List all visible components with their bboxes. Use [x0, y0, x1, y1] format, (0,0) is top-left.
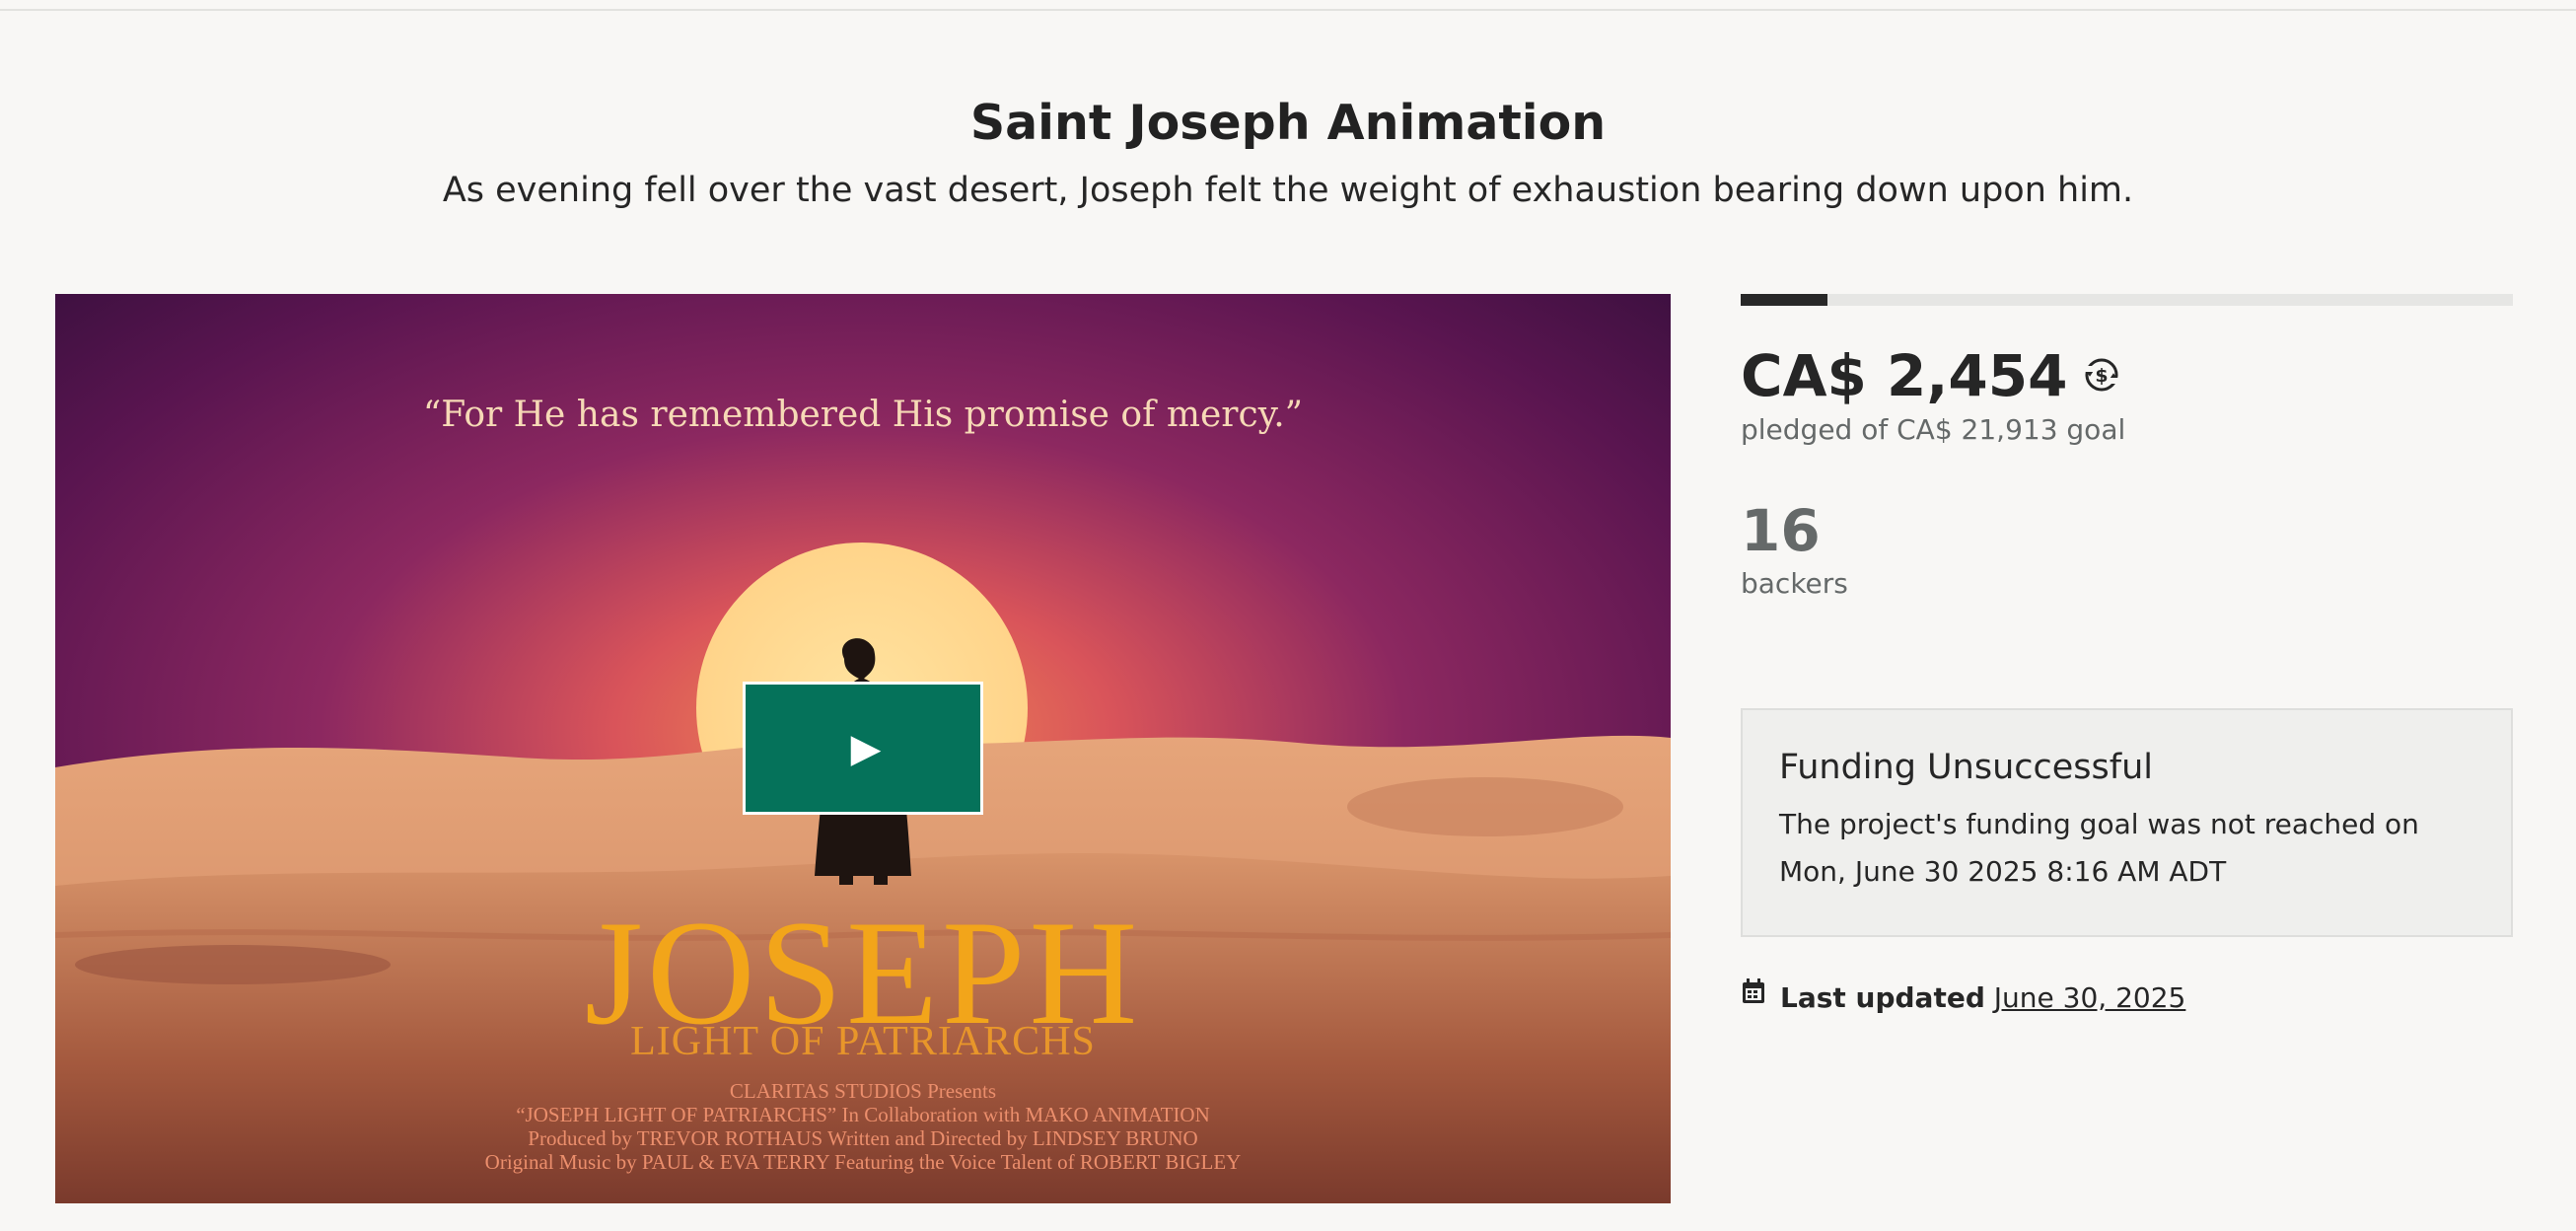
backers-count: 16: [1741, 497, 1821, 564]
funding-status-box: Funding Unsuccessful The project's fundi…: [1741, 708, 2513, 937]
credit-line: Original Music by PAUL & EVA TERRY Featu…: [484, 1150, 1242, 1174]
project-header: Saint Joseph Animation As evening fell o…: [0, 91, 2576, 213]
svg-text:$: $: [2096, 365, 2109, 387]
play-video-button[interactable]: ▶: [743, 682, 983, 815]
hero-logo-subtitle: LIGHT OF PATRIARCHS: [630, 1019, 1096, 1064]
credit-line: Produced by TREVOR ROTHAUS Written and D…: [528, 1126, 1198, 1150]
project-video[interactable]: “For He has remembered His promise of me…: [55, 294, 1671, 1203]
funding-progress-bar: [1741, 294, 2513, 306]
pledged-value: CA$ 2,454: [1741, 342, 2068, 409]
project-title: Saint Joseph Animation: [969, 95, 1607, 151]
play-icon: ▶: [850, 725, 882, 771]
goal-text: pledged of CA$ 21,913 goal: [1741, 413, 2126, 446]
pledged-amount: CA$ 2,454 $: [1741, 341, 2122, 410]
backers-label: backers: [1741, 567, 1848, 600]
calendar-icon: [1741, 977, 1766, 1016]
status-heading: Funding Unsuccessful: [1779, 748, 2153, 787]
currency-conversion-icon[interactable]: $: [2081, 341, 2122, 410]
hero-credits: CLARITAS STUDIOS Presents “JOSEPH LIGHT …: [55, 1079, 1671, 1174]
last-updated-label: Last updated: [1780, 981, 1985, 1014]
hero-quote: “For He has remembered His promise of me…: [422, 395, 1304, 435]
last-updated-date-link[interactable]: June 30, 2025: [1994, 981, 2186, 1014]
last-updated: Last updated June 30, 2025: [1741, 978, 2185, 1018]
status-message: The project's funding goal was not reach…: [1779, 808, 2419, 888]
funding-progress-fill: [1741, 294, 1827, 306]
project-blurb: As evening fell over the vast desert, Jo…: [442, 171, 2134, 210]
credit-line: “JOSEPH LIGHT OF PATRIARCHS” In Collabor…: [516, 1103, 1210, 1126]
top-divider: [0, 9, 2576, 11]
credit-line: CLARITAS STUDIOS Presents: [729, 1079, 997, 1103]
